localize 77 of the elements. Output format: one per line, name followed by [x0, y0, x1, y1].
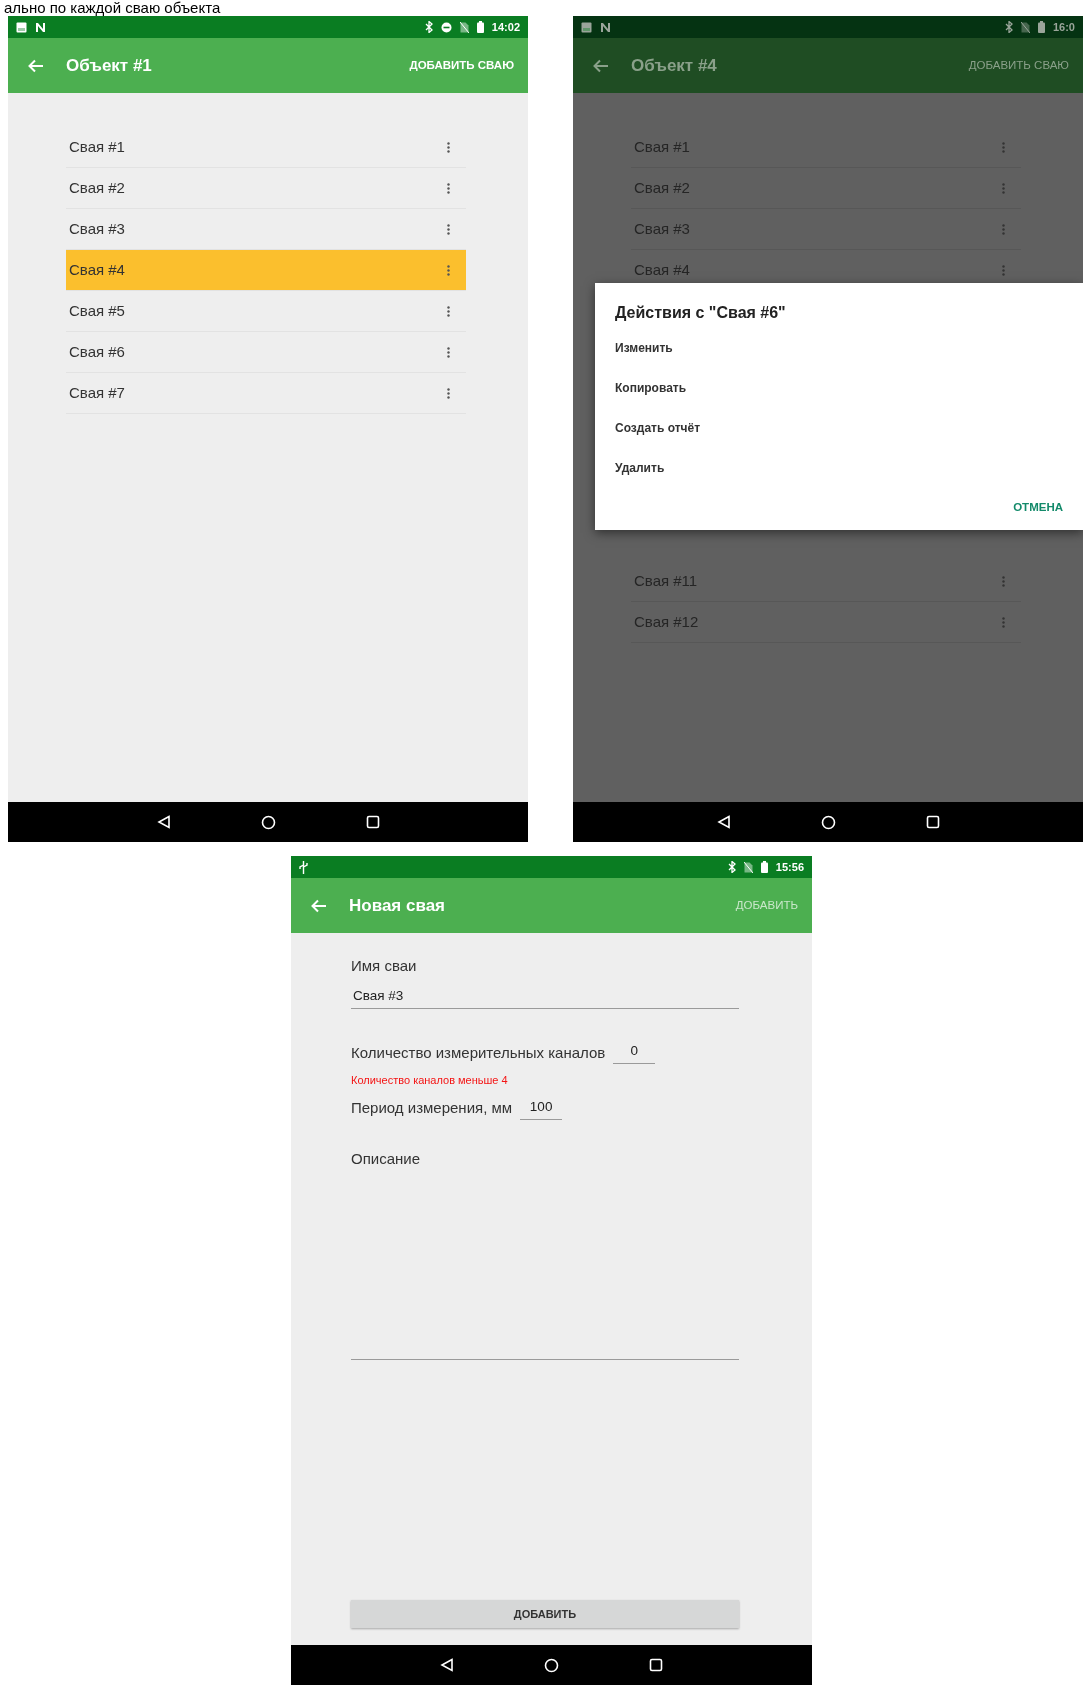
back-triangle-icon[interactable]	[440, 1658, 454, 1672]
item-label: Свая #7	[69, 382, 125, 403]
no-sim-icon	[1020, 21, 1030, 33]
name-input-field[interactable]: Свая #3	[351, 983, 739, 1009]
recents-square-icon[interactable]	[925, 815, 940, 829]
more-options-icon[interactable]	[447, 141, 450, 153]
cancel-button[interactable]: ОТМЕНА	[1013, 499, 1063, 517]
no-sim-icon	[459, 21, 469, 33]
circle-icon	[440, 21, 452, 33]
image-icon	[581, 21, 592, 33]
more-options-icon[interactable]	[447, 182, 450, 194]
letter-n-icon	[35, 21, 46, 33]
battery-icon	[1037, 21, 1045, 33]
field-label: Описание	[351, 1148, 422, 1169]
item-label: Свая #1	[69, 136, 125, 157]
recents-square-icon[interactable]	[649, 1658, 663, 1672]
item-label: Свая #3	[69, 218, 125, 239]
item-label: Свая #2	[69, 177, 125, 198]
home-circle-icon[interactable]	[820, 814, 836, 830]
status-time: 16:0	[1052, 19, 1075, 35]
status-time: 14:02	[491, 19, 520, 35]
item-label: Свая #4	[69, 259, 125, 280]
more-options-icon[interactable]	[447, 264, 450, 276]
back-triangle-icon[interactable]	[156, 815, 171, 829]
item-label: Свая #4	[634, 259, 690, 280]
back-arrow-icon	[593, 58, 609, 73]
item-label: Свая #3	[634, 218, 690, 239]
back-arrow-icon	[28, 58, 44, 73]
more-options-icon[interactable]	[447, 305, 450, 317]
channels-input-field[interactable]: 0	[613, 1038, 656, 1064]
home-circle-icon[interactable]	[260, 814, 276, 830]
bluetooth-icon	[727, 861, 736, 873]
item-label: Свая #6	[69, 341, 125, 362]
bluetooth-icon	[1004, 21, 1013, 33]
item-label: Свая #12	[634, 611, 699, 632]
list-item[interactable]: Свая #1	[66, 127, 466, 168]
letter-n-icon	[600, 21, 611, 33]
dialog-option[interactable]: Удалить	[615, 459, 665, 477]
battery-icon	[476, 21, 484, 33]
dialog-option[interactable]: Копировать	[615, 379, 687, 397]
list-item[interactable]: Свая #6	[66, 332, 466, 373]
back-button[interactable]	[593, 58, 609, 73]
item-label: Свая #11	[634, 570, 698, 591]
period-input-field[interactable]: 100	[520, 1094, 563, 1120]
battery-icon	[760, 861, 768, 873]
screen-title: Новая свая	[349, 894, 446, 917]
list-item[interactable]: Свая #5	[66, 291, 466, 332]
add-button[interactable]: ДОБАВИТЬ	[351, 1600, 739, 1628]
bluetooth-icon	[424, 21, 433, 33]
back-arrow-icon	[311, 898, 327, 913]
home-circle-icon[interactable]	[544, 1657, 559, 1673]
screen-title: Объект #1	[66, 54, 152, 77]
screen-title: Объект #4	[631, 54, 717, 77]
status-time: 15:56	[775, 859, 804, 875]
item-label: Свая #5	[69, 300, 125, 321]
item-label: Свая #2	[634, 177, 690, 198]
no-sim-icon	[743, 861, 753, 873]
image-icon	[16, 21, 27, 33]
item-label: Свая #1	[634, 136, 690, 157]
more-options-icon[interactable]	[447, 223, 450, 235]
more-options-icon[interactable]	[447, 387, 450, 399]
list-item[interactable]: Свая #4	[66, 250, 466, 291]
list-item[interactable]: Свая #7	[66, 373, 466, 414]
dialog-option[interactable]: Изменить	[615, 339, 673, 357]
caption-text: ально по каждой сваю объекта	[3, 0, 222, 16]
field-label: Имя сваи	[351, 956, 418, 976]
dialog-option[interactable]: Создать отчёт	[615, 419, 701, 437]
dialog-title: Действия с "Свая #6"	[615, 303, 787, 323]
error-text: Количество каналов меньше 4	[351, 1073, 509, 1088]
usb-icon	[299, 860, 308, 874]
back-triangle-icon[interactable]	[716, 815, 731, 829]
list-item[interactable]: Свая #2	[66, 168, 466, 209]
add-action-button[interactable]: ДОБАВИТЬ СВАЮ	[968, 56, 1069, 75]
field-label: Период измерения, мм	[351, 1098, 513, 1119]
field-label: Количество измерительных каналов	[351, 1042, 606, 1063]
recents-square-icon[interactable]	[365, 815, 380, 829]
more-options-icon[interactable]	[447, 346, 450, 358]
